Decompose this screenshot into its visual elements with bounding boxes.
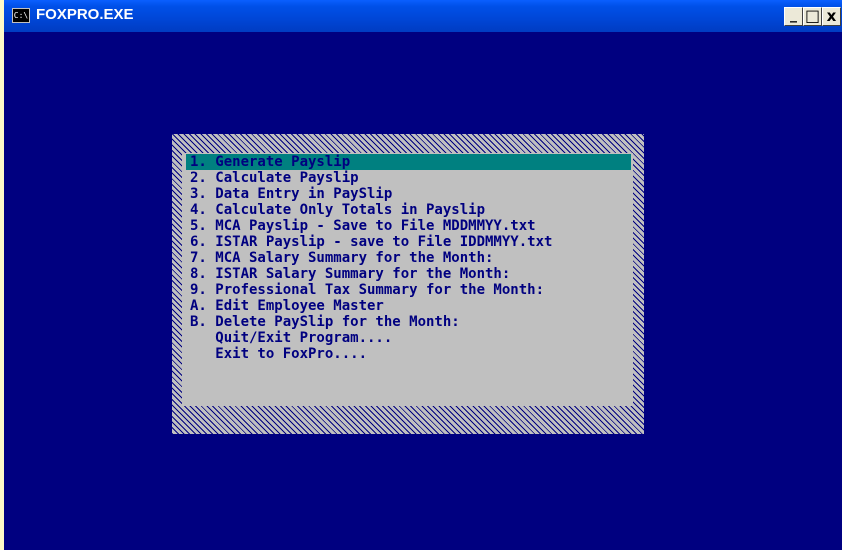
title-bar[interactable]: C:\ FOXPRO.EXE _ □ x — [4, 0, 842, 32]
foxpro-window: C:\ FOXPRO.EXE _ □ x 1. Generate Payslip… — [0, 0, 842, 550]
menu-item-edit-employee-master[interactable]: A. Edit Employee Master — [186, 298, 631, 314]
close-button[interactable]: x — [822, 7, 841, 26]
window-title: FOXPRO.EXE — [36, 6, 134, 23]
menu-item-istar-salary-summary[interactable]: 8. ISTAR Salary Summary for the Month: — [186, 266, 631, 282]
menu-frame: 1. Generate Payslip 2. Calculate Payslip… — [172, 134, 644, 434]
console-icon[interactable]: C:\ — [12, 8, 30, 23]
menu-item-generate-payslip[interactable]: 1. Generate Payslip — [186, 154, 631, 170]
menu-item-delete-payslip[interactable]: B. Delete PaySlip for the Month: — [186, 314, 631, 330]
menu-item-professional-tax-summary[interactable]: 9. Professional Tax Summary for the Mont… — [186, 282, 631, 298]
minimize-button[interactable]: _ — [784, 7, 803, 26]
menu-item-data-entry[interactable]: 3. Data Entry in PaySlip — [186, 186, 631, 202]
menu-item-mca-salary-summary[interactable]: 7. MCA Salary Summary for the Month: — [186, 250, 631, 266]
menu-item-calculate-payslip[interactable]: 2. Calculate Payslip — [186, 170, 631, 186]
menu-item-exit-to-foxpro[interactable]: Exit to FoxPro.... — [186, 346, 631, 362]
menu-item-istar-payslip[interactable]: 6. ISTAR Payslip - save to File IDDMMYY.… — [186, 234, 631, 250]
menu-item-calculate-totals[interactable]: 4. Calculate Only Totals in Payslip — [186, 202, 631, 218]
main-menu: 1. Generate Payslip 2. Calculate Payslip… — [182, 153, 633, 406]
menu-item-mca-payslip[interactable]: 5. MCA Payslip - Save to File MDDMMYY.tx… — [186, 218, 631, 234]
maximize-button[interactable]: □ — [803, 7, 822, 26]
menu-item-quit-program[interactable]: Quit/Exit Program.... — [186, 330, 631, 346]
